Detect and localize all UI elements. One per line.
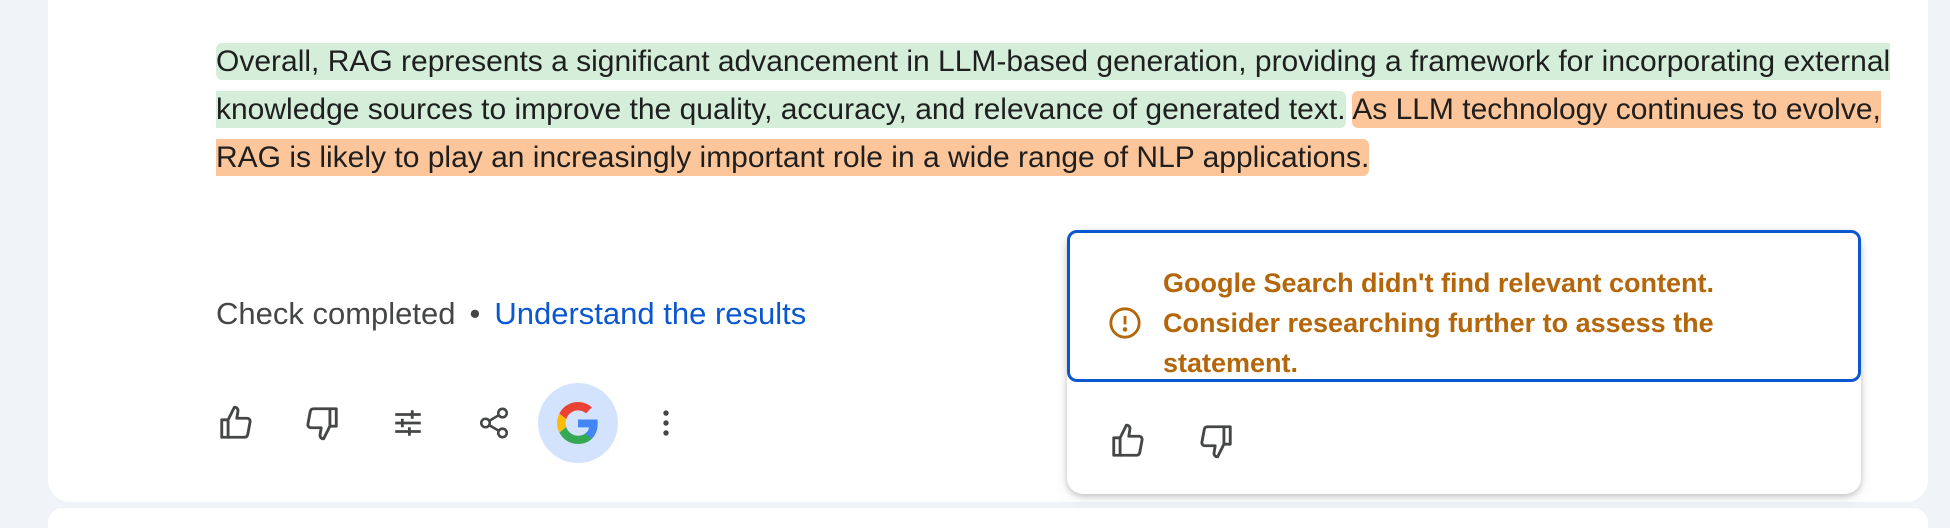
response-actions: [208, 383, 724, 463]
modify-response-button[interactable]: [380, 395, 436, 451]
separator-dot: •: [469, 296, 481, 331]
thumb-up-button[interactable]: [208, 395, 264, 451]
next-card: [48, 508, 1928, 528]
double-check-popup: Google Search didn't find relevant conte…: [1067, 230, 1861, 494]
warning-circle-icon: [1109, 307, 1141, 339]
check-status-row: Check completed • Understand the results: [216, 290, 806, 338]
thumb-down-icon: [1200, 425, 1232, 459]
check-status-text: Check completed: [216, 296, 456, 331]
popup-thumb-down-button[interactable]: [1188, 413, 1244, 469]
google-icon: [557, 402, 598, 444]
popup-thumb-up-button[interactable]: [1100, 413, 1156, 469]
thumb-down-button[interactable]: [294, 395, 350, 451]
thumb-down-icon: [306, 407, 338, 441]
response-paragraph: Overall, RAG represents a significant ad…: [216, 38, 1936, 182]
double-check-google-button[interactable]: [538, 383, 618, 463]
thumb-up-icon: [1112, 423, 1144, 457]
share-icon: [479, 407, 509, 439]
more-options-button[interactable]: [638, 395, 694, 451]
tune-icon: [395, 410, 421, 436]
thumb-up-icon: [220, 405, 252, 439]
more-vert-icon: [663, 410, 669, 436]
share-button[interactable]: [466, 395, 522, 451]
popup-feedback-actions: [1100, 413, 1276, 469]
popup-message-text: Google Search didn't find relevant conte…: [1163, 268, 1714, 378]
popup-message-box[interactable]: Google Search didn't find relevant conte…: [1067, 230, 1861, 382]
understand-results-link[interactable]: Understand the results: [494, 296, 806, 331]
